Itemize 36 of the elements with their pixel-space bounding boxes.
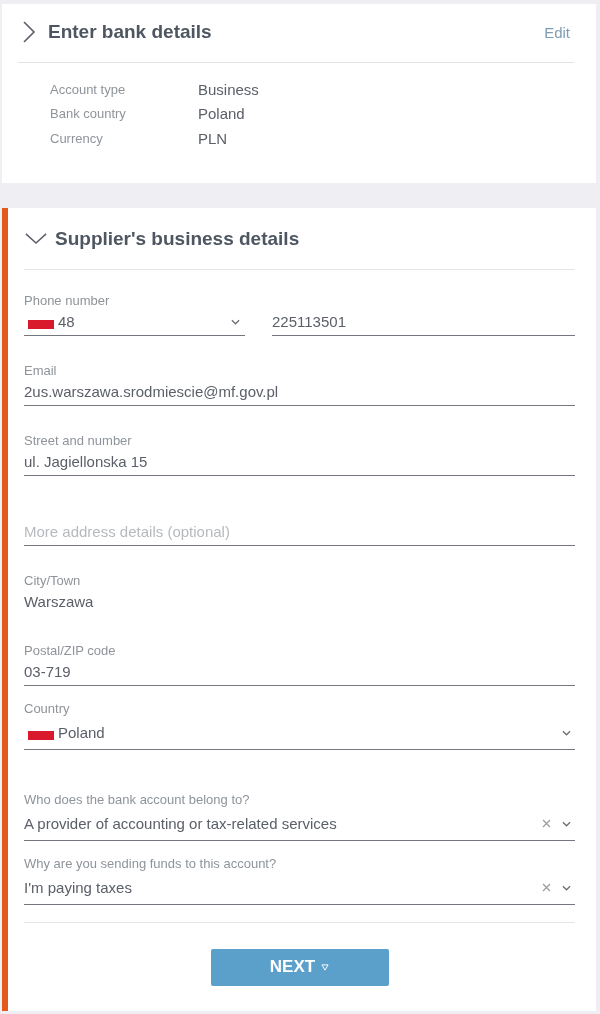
detail-value: Poland — [198, 105, 245, 123]
detail-label: Currency — [50, 130, 104, 146]
detail-label: Bank country — [50, 106, 127, 122]
field-label: Who does the bank account belong to? — [24, 791, 250, 808]
field-label: Street and number — [24, 432, 132, 449]
chevron-down-icon[interactable] — [25, 232, 47, 245]
dropdown-select[interactable]: A provider of accounting or tax-related services — [24, 807, 575, 841]
chevron-down-icon — [231, 318, 240, 325]
text-input[interactable]: ul. Jagiellonska 15 — [24, 448, 575, 476]
chevron-down-icon — [562, 729, 571, 736]
field-label: Phone number — [24, 292, 110, 309]
detail-value: Business — [198, 80, 259, 98]
clear-icon[interactable] — [542, 883, 551, 892]
text-input[interactable]: 2us.warszawa.srodmiescie@mf.gov.pl — [24, 378, 575, 406]
chevron-down-icon[interactable] — [562, 884, 571, 891]
chevron-right-icon[interactable] — [22, 20, 36, 44]
field-label: Why are you sending funds to this account? — [24, 855, 277, 872]
flag-icon — [28, 731, 54, 740]
country-code-select[interactable]: 48 — [24, 308, 245, 336]
dropdown-select[interactable]: I'm paying taxes — [24, 871, 575, 905]
section-title: Enter bank details — [48, 21, 213, 43]
flag-icon — [28, 320, 54, 329]
text-input[interactable]: Warszawa — [24, 588, 575, 616]
text-input[interactable]: 03-719 — [24, 658, 575, 686]
detail-value: PLN — [198, 129, 228, 147]
section-title: Supplier's business details — [55, 227, 301, 250]
field-label: City/Town — [24, 572, 81, 589]
field-label: Postal/ZIP code — [24, 642, 116, 659]
clear-icon[interactable] — [542, 819, 551, 828]
country-select[interactable]: Poland — [24, 716, 575, 750]
detail-label: Account type — [50, 81, 127, 97]
caret-icon — [321, 963, 330, 971]
phone-input[interactable]: 225113501 — [272, 308, 575, 336]
field-label: Country — [24, 700, 70, 717]
chevron-down-icon[interactable] — [562, 820, 571, 827]
field-label: Email — [24, 362, 57, 379]
